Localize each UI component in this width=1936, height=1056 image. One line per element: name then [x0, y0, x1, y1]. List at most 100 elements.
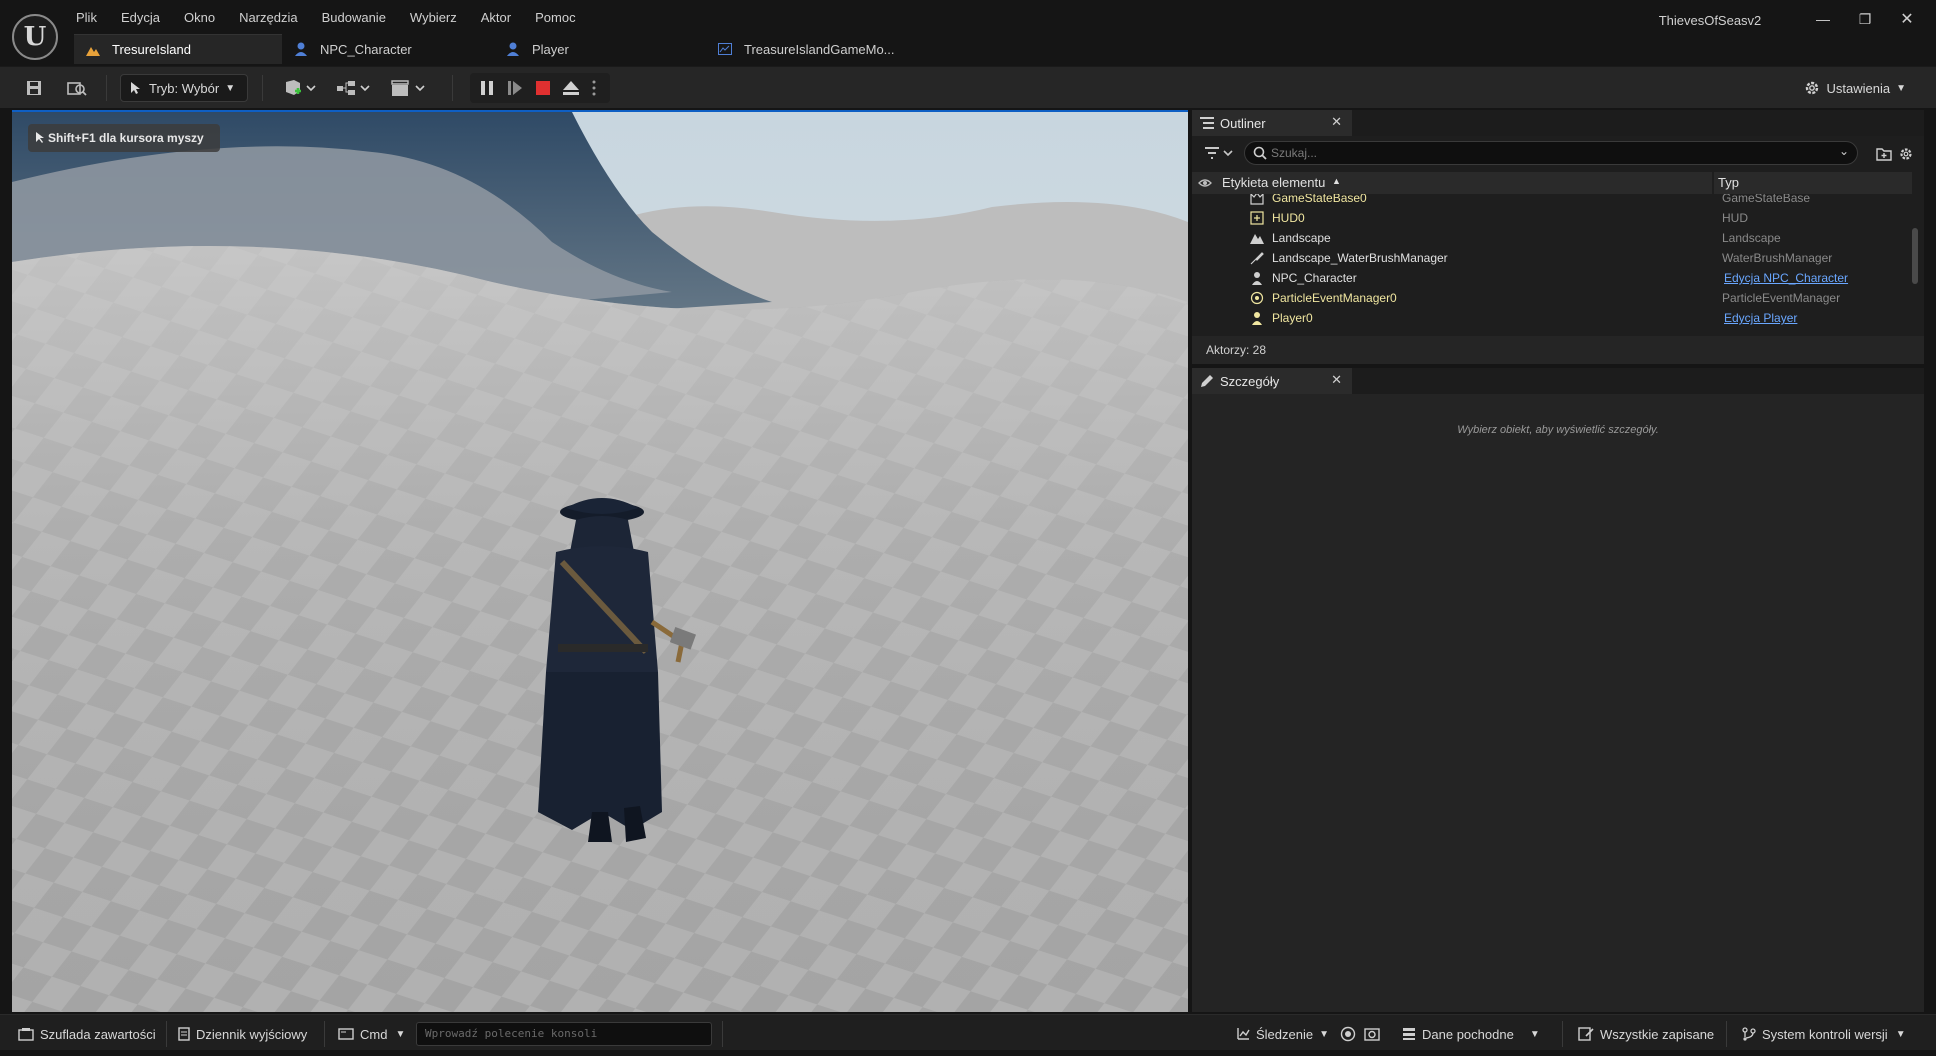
menu-tools[interactable]: Narzędzia [227, 8, 310, 30]
menu-file[interactable]: Plik [64, 8, 109, 30]
output-log-button[interactable]: Dziennik wyjściowy [178, 1023, 307, 1045]
tab-gamemode[interactable]: TreasureIslandGameMo... [706, 34, 926, 64]
tree-row[interactable]: GameStateBase0 GameStateBase [1192, 194, 1912, 208]
chevron-down-icon: ▼ [395, 1028, 406, 1040]
column-type-header[interactable]: Typ [1714, 172, 1912, 194]
outliner-scrollbar[interactable] [1912, 228, 1918, 284]
trace-icon [1236, 1027, 1250, 1041]
tab-outliner[interactable]: Outliner ✕ [1192, 110, 1352, 136]
stop-icon[interactable] [530, 75, 556, 101]
filter-button[interactable] [1204, 145, 1238, 163]
viewport-scene [12, 112, 1188, 1012]
minimize-icon[interactable]: — [1806, 6, 1840, 32]
close-icon[interactable]: ✕ [1331, 372, 1342, 388]
unreal-logo-icon[interactable]: U [12, 14, 58, 60]
chevron-down-icon: ▼ [1529, 1028, 1540, 1040]
add-folder-icon[interactable] [1874, 141, 1894, 167]
search-input[interactable]: Szukaj... ⌄ [1244, 141, 1858, 165]
blueprint-icon [718, 42, 732, 56]
record-icon[interactable] [1340, 1023, 1356, 1045]
mode-select[interactable]: Tryb: Wybór ▼ [120, 74, 248, 102]
tab-label: NPC_Character [320, 41, 412, 57]
tree-row[interactable]: Player0 Edycja Player [1192, 308, 1912, 328]
landscape-icon [1250, 231, 1264, 245]
menu-window[interactable]: Okno [172, 8, 227, 30]
column-type-text: Typ [1718, 175, 1739, 190]
cmd-label: Cmd [360, 1026, 388, 1042]
hud-icon [1250, 211, 1264, 225]
menu-select[interactable]: Wybierz [398, 8, 469, 30]
menu-edit[interactable]: Edycja [109, 8, 172, 30]
console-input[interactable]: Wprowadź polecenie konsoli [416, 1022, 712, 1046]
pause-icon[interactable] [474, 75, 500, 101]
close-icon[interactable]: ✕ [1890, 6, 1924, 32]
gear-icon[interactable] [1896, 141, 1916, 167]
content-drawer-button[interactable]: Szuflada zawartości [18, 1023, 156, 1045]
save-icon[interactable] [22, 75, 46, 101]
tab-player[interactable]: Player [494, 34, 706, 64]
details-panel: Szczegóły ✕ Wybierz obiekt, aby wyświetl… [1192, 368, 1924, 1012]
console-icon [338, 1028, 354, 1040]
menu-actor[interactable]: Aktor [469, 8, 523, 30]
trace-button[interactable]: Śledzenie ▼ [1236, 1023, 1329, 1045]
chevron-down-icon: ▼ [1896, 82, 1906, 94]
chevron-down-icon: ▼ [1319, 1028, 1330, 1040]
save-all-button[interactable]: Wszystkie zapisane [1578, 1023, 1714, 1045]
tree-row[interactable]: Landscape Landscape [1192, 228, 1912, 248]
details-title: Szczegóły [1220, 373, 1280, 389]
tree-row[interactable]: NPC_Character Edycja NPC_Character [1192, 268, 1912, 288]
tab-tresureisland[interactable]: TresureIsland [74, 34, 282, 64]
tab-details[interactable]: Szczegóły ✕ [1192, 368, 1352, 394]
column-label-header[interactable]: Etykieta elementu ▲ [1192, 172, 1712, 194]
browse-icon[interactable] [64, 75, 90, 101]
tab-label: TreasureIslandGameMo... [744, 41, 895, 57]
row-label: Landscape [1272, 231, 1331, 245]
derived-data-label: Dane pochodne [1422, 1026, 1514, 1042]
trace-label: Śledzenie [1256, 1026, 1314, 1042]
edit-npc-character-link[interactable]: Edycja NPC_Character [1724, 271, 1848, 285]
menu-help[interactable]: Pomoc [523, 8, 587, 30]
chevron-down-icon[interactable]: ⌄ [1839, 144, 1849, 158]
close-icon[interactable]: ✕ [1331, 114, 1342, 130]
restore-icon[interactable]: ❐ [1848, 6, 1882, 32]
search-icon [1253, 146, 1267, 163]
tree-row[interactable]: ParticleEventManager0 ParticleEventManag… [1192, 288, 1912, 308]
blueprint-menu-button[interactable] [334, 75, 374, 101]
cinematics-button[interactable] [388, 75, 430, 101]
level-viewport[interactable]: Shift+F1 dla kursora myszy [12, 110, 1188, 1012]
search-placeholder: Szukaj... [1271, 146, 1318, 160]
source-control-label: System kontroli wersji [1762, 1026, 1888, 1042]
settings-button[interactable]: Ustawienia ▼ [1803, 75, 1906, 101]
step-frame-icon[interactable] [502, 75, 528, 101]
particle-icon [1250, 291, 1264, 305]
outliner-search-row: Szukaj... ⌄ [1192, 136, 1924, 170]
character-icon [1250, 271, 1264, 285]
tree-row[interactable]: Landscape_WaterBrushManager WaterBrushMa… [1192, 248, 1912, 268]
save-all-label: Wszystkie zapisane [1600, 1026, 1715, 1042]
tab-npc-character[interactable]: NPC_Character [282, 34, 494, 64]
menu-build[interactable]: Budowanie [310, 8, 398, 30]
pencil-icon [1200, 374, 1214, 388]
outliner-title: Outliner [1220, 115, 1266, 131]
derived-data-button[interactable]: Dane pochodne ▼ [1402, 1023, 1540, 1045]
source-control-button[interactable]: System kontroli wersji ▼ [1742, 1023, 1906, 1045]
output-log-label: Dziennik wyjściowy [196, 1026, 308, 1042]
cmd-select[interactable]: Cmd ▼ [338, 1023, 405, 1045]
tree-row[interactable]: HUD0 HUD [1192, 208, 1912, 228]
visibility-eye-icon[interactable] [1198, 176, 1212, 193]
tab-label: TresureIsland [112, 42, 191, 57]
details-empty-message: Wybierz obiekt, aby wyświetlić szczegóły… [1457, 424, 1659, 436]
game-state-icon [1250, 194, 1264, 205]
title-bar: U Plik Edycja Okno Narzędzia Budowanie W… [0, 0, 1936, 66]
add-actor-button[interactable] [280, 75, 320, 101]
content-drawer-icon [18, 1027, 34, 1041]
mode-label: Tryb: Wybór [149, 80, 220, 96]
eject-icon[interactable] [558, 75, 584, 101]
hint-text: Shift+F1 dla kursora myszy [48, 131, 204, 145]
app-title: ThievesOfSeasv2 [1658, 13, 1762, 28]
settings-label: Ustawienia [1826, 80, 1891, 96]
more-options-icon[interactable] [584, 75, 604, 101]
edit-player-link[interactable]: Edycja Player [1724, 311, 1797, 325]
tab-label: Player [532, 41, 569, 57]
screenshot-icon[interactable] [1364, 1023, 1380, 1045]
